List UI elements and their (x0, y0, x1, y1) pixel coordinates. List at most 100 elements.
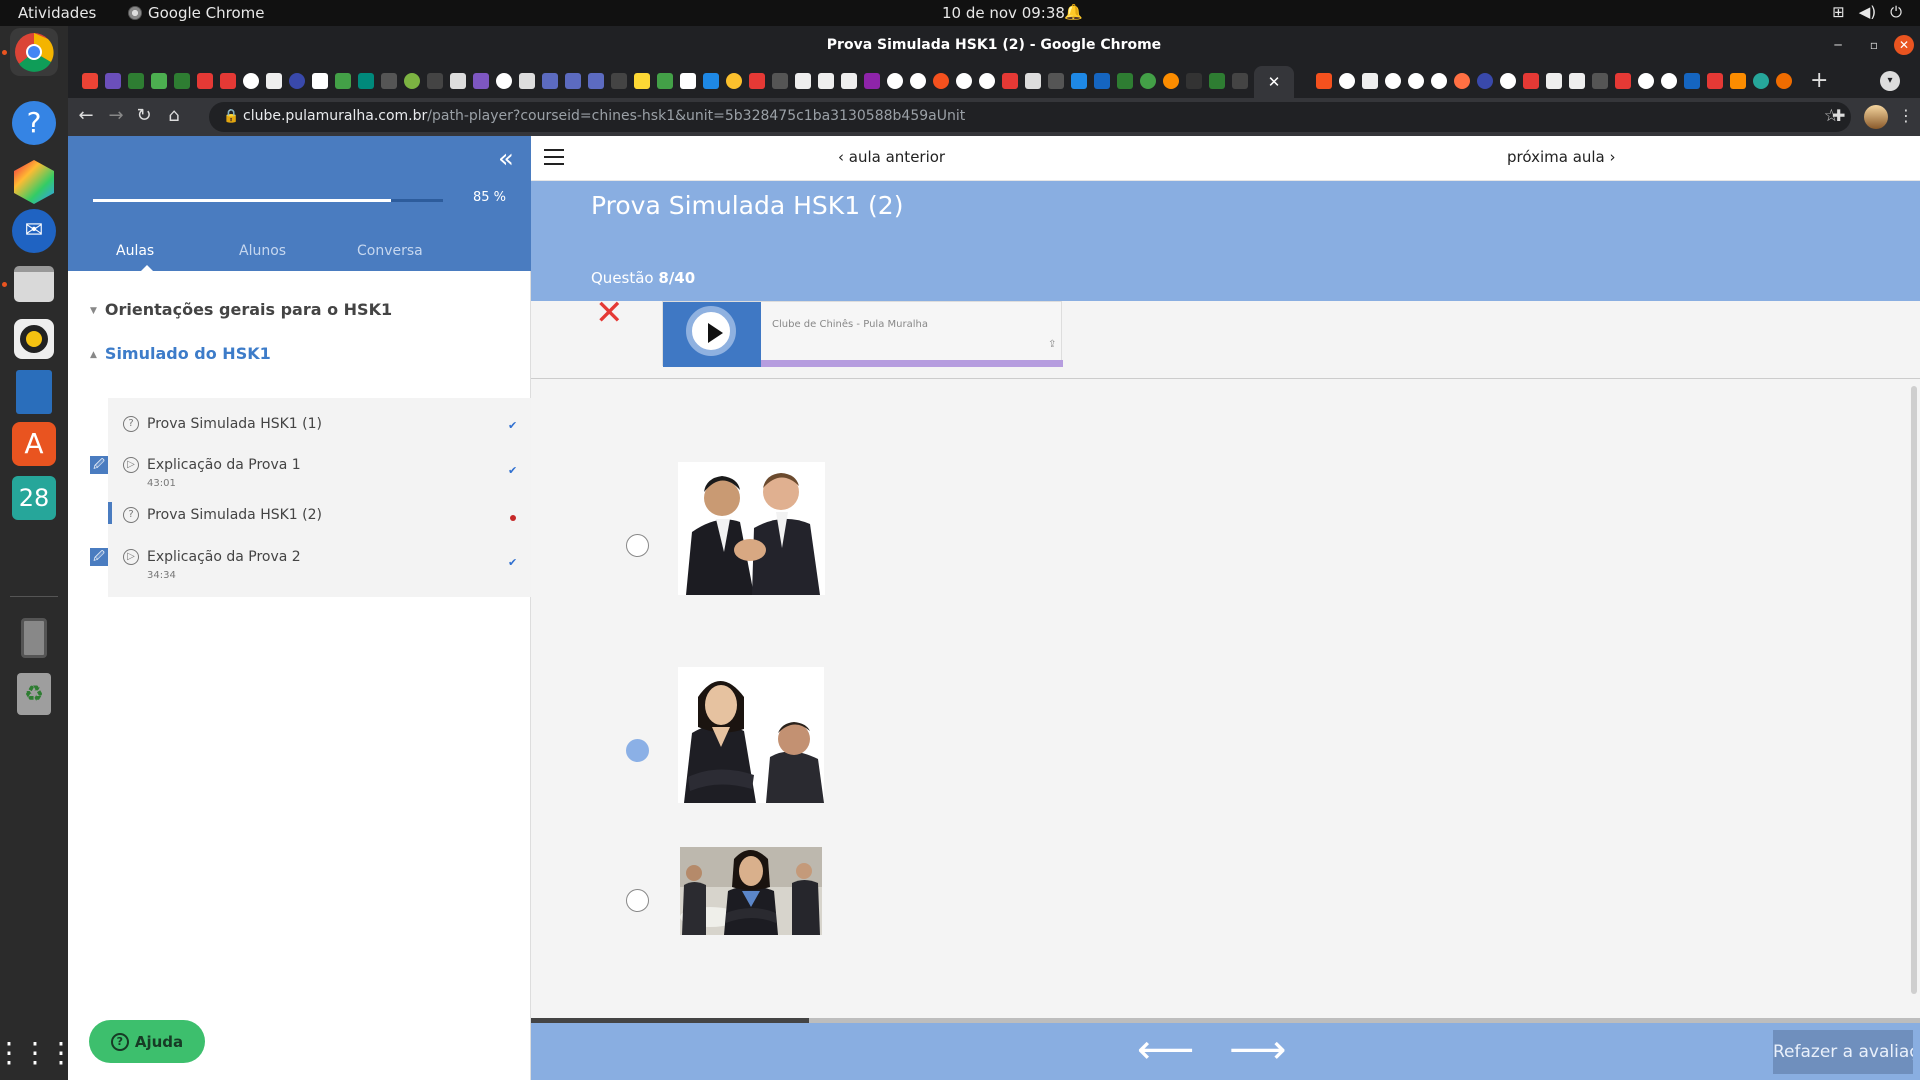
chrome-menu-icon[interactable]: ⋮ (1898, 106, 1914, 125)
new-tab-button[interactable]: + (1810, 70, 1828, 92)
lesson-item-current[interactable]: ? Prova Simulada HSK1 (2) (108, 502, 531, 542)
app-center-icon[interactable]: A (10, 420, 58, 468)
lesson-item[interactable]: ▷ Explicação da Prova 1 43:01 ✔ (108, 452, 531, 492)
tab-favicon[interactable] (266, 73, 282, 89)
tab-aulas[interactable]: Aulas (116, 243, 154, 259)
trash-icon[interactable]: ♻ (10, 670, 58, 718)
answer-radio-1[interactable] (626, 534, 649, 557)
help-icon[interactable]: ? (10, 99, 58, 147)
tab-favicon[interactable] (128, 73, 144, 89)
tab-favicon[interactable] (1500, 73, 1516, 89)
tab-favicon[interactable] (864, 73, 880, 89)
cube-app-icon[interactable] (10, 158, 58, 206)
tab-favicon[interactable] (1071, 73, 1087, 89)
tab-favicon[interactable] (634, 73, 650, 89)
tab-favicon[interactable] (1002, 73, 1018, 89)
tab-favicon[interactable] (1094, 73, 1110, 89)
tab-favicon[interactable] (818, 73, 834, 89)
tab-favicon[interactable] (1232, 73, 1248, 89)
tab-favicon[interactable] (542, 73, 558, 89)
tab-favicon[interactable] (772, 73, 788, 89)
home-icon[interactable]: ⌂ (162, 105, 186, 127)
tab-favicon[interactable] (381, 73, 397, 89)
tab-favicon[interactable] (1316, 73, 1332, 89)
forward-icon[interactable]: → (104, 105, 128, 127)
device-icon[interactable] (10, 614, 58, 662)
attachment-icon[interactable]: 🖉 (90, 548, 108, 566)
tab-favicon[interactable] (1408, 73, 1424, 89)
tab-favicon[interactable] (1431, 73, 1447, 89)
tab-favicon[interactable] (979, 73, 995, 89)
tab-favicon[interactable] (1523, 73, 1539, 89)
tab-favicon[interactable] (1615, 73, 1631, 89)
answer-image-3[interactable] (680, 847, 822, 935)
tab-favicon[interactable] (588, 73, 604, 89)
maximize-button[interactable]: ▫ (1864, 35, 1884, 55)
lesson-item[interactable]: ? Prova Simulada HSK1 (1) ✔ (108, 411, 531, 451)
content-scrollbar[interactable] (1911, 386, 1917, 994)
calendar-icon[interactable]: 28 (10, 474, 58, 522)
profile-avatar[interactable] (1864, 105, 1888, 129)
tab-favicon[interactable] (887, 73, 903, 89)
tab-close-icon[interactable]: ✕ (1268, 73, 1281, 91)
tab-favicon[interactable] (197, 73, 213, 89)
answer-image-1[interactable] (678, 462, 825, 595)
tab-favicon[interactable] (703, 73, 719, 89)
tab-favicon[interactable] (358, 73, 374, 89)
tab-favicon[interactable] (1477, 73, 1493, 89)
tab-favicon[interactable] (450, 73, 466, 89)
tab-favicon[interactable] (312, 73, 328, 89)
app-menu[interactable]: Google Chrome (128, 4, 265, 22)
tab-favicon[interactable] (1661, 73, 1677, 89)
show-apps-icon[interactable]: ⋮⋮⋮ (0, 1028, 75, 1076)
tab-search-icon[interactable]: ▾ (1880, 71, 1900, 91)
tab-favicon[interactable] (841, 73, 857, 89)
tab-favicon[interactable] (1569, 73, 1585, 89)
system-tray[interactable]: ⊞ ◀) ⏻ (1832, 3, 1902, 21)
tab-favicon[interactable] (174, 73, 190, 89)
tab-favicon[interactable] (680, 73, 696, 89)
section-orientacoes[interactable]: ▼ Orientações gerais para o HSK1 (90, 300, 392, 319)
tab-favicon[interactable] (1117, 73, 1133, 89)
tab-favicon[interactable] (289, 73, 305, 89)
previous-lesson-link[interactable]: ‹ aula anterior (838, 148, 945, 166)
tab-conversa[interactable]: Conversa (357, 243, 423, 259)
tab-favicon[interactable] (1454, 73, 1470, 89)
tab-favicon[interactable] (1753, 73, 1769, 89)
tab-favicon[interactable] (1592, 73, 1608, 89)
previous-question-arrow-icon[interactable]: ⟵ (1137, 1030, 1194, 1070)
tab-favicon[interactable] (1048, 73, 1064, 89)
tab-favicon[interactable] (1362, 73, 1378, 89)
tab-favicon[interactable] (956, 73, 972, 89)
tab-favicon[interactable] (335, 73, 351, 89)
close-window-button[interactable]: ✕ (1894, 35, 1914, 55)
tab-favicon[interactable] (243, 73, 259, 89)
tab-favicon[interactable] (1209, 73, 1225, 89)
attachment-icon[interactable]: 🖉 (90, 456, 108, 474)
tab-favicon[interactable] (473, 73, 489, 89)
tab-favicon[interactable] (427, 73, 443, 89)
activities-button[interactable]: Atividades (18, 4, 96, 22)
tab-favicon[interactable] (795, 73, 811, 89)
tab-favicon[interactable] (749, 73, 765, 89)
minimize-button[interactable]: ─ (1828, 35, 1848, 55)
tab-favicon[interactable] (519, 73, 535, 89)
tab-favicon[interactable] (1730, 73, 1746, 89)
share-icon[interactable]: ⇪ (1048, 339, 1056, 350)
tab-favicon[interactable] (565, 73, 581, 89)
tab-favicon[interactable] (220, 73, 236, 89)
play-button[interactable] (686, 306, 736, 356)
redo-assessment-button[interactable]: Refazer a avaliação? (1773, 1030, 1913, 1074)
tab-favicon[interactable] (1163, 73, 1179, 89)
tab-favicon[interactable] (726, 73, 742, 89)
tab-favicon[interactable] (1140, 73, 1156, 89)
answer-radio-2-selected[interactable] (626, 739, 649, 762)
section-simulado[interactable]: ▲ Simulado do HSK1 (90, 344, 271, 363)
tab-favicon[interactable] (105, 73, 121, 89)
tab-favicon[interactable] (611, 73, 627, 89)
help-button[interactable]: ? Ajuda (89, 1020, 205, 1063)
menu-icon[interactable] (544, 149, 564, 166)
answer-image-2[interactable] (678, 667, 824, 803)
url-text[interactable]: clube.pulamuralha.com.br/path-player?cou… (243, 108, 965, 124)
tab-favicon[interactable] (933, 73, 949, 89)
